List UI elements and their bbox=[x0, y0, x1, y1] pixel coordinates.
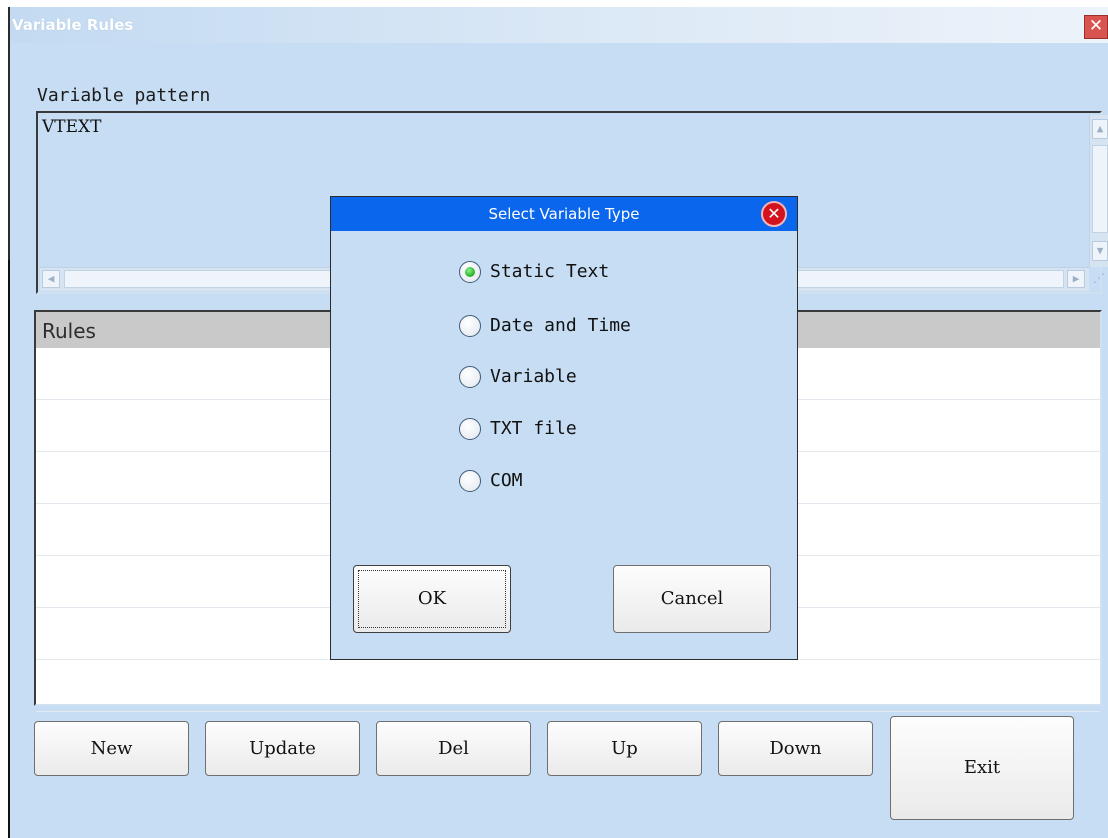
up-button[interactable]: Up bbox=[547, 721, 702, 776]
scroll-down-icon[interactable]: ▼ bbox=[1092, 241, 1108, 261]
rules-header-label: Rules bbox=[42, 319, 96, 343]
pattern-label: Variable pattern bbox=[37, 85, 211, 106]
window-title: Variable Rules bbox=[12, 16, 134, 34]
radio-label: Static Text bbox=[490, 261, 610, 282]
table-row[interactable] bbox=[36, 660, 1100, 712]
del-button[interactable]: Del bbox=[376, 721, 531, 776]
dialog-title: Select Variable Type bbox=[488, 205, 640, 223]
focus-rectangle bbox=[358, 570, 506, 628]
radio-unchecked-icon[interactable] bbox=[459, 315, 481, 337]
radio-unchecked-icon[interactable] bbox=[459, 418, 481, 440]
radio-checked-icon[interactable] bbox=[459, 261, 481, 283]
dialog-titlebar[interactable]: Select Variable Type ✕ bbox=[331, 197, 797, 231]
vertical-scrollbar[interactable]: ▲ ▼ bbox=[1089, 115, 1108, 267]
pattern-value: VTEXT bbox=[42, 117, 102, 137]
scroll-left-icon[interactable]: ◀ bbox=[42, 270, 60, 288]
select-variable-type-dialog: Select Variable Type ✕ Static Text Date … bbox=[330, 196, 798, 660]
new-button[interactable]: New bbox=[34, 721, 189, 776]
window-titlebar[interactable]: Variable Rules ✕ bbox=[10, 7, 1108, 43]
cancel-button[interactable]: Cancel bbox=[613, 565, 771, 633]
vertical-scroll-thumb[interactable] bbox=[1092, 145, 1108, 233]
radio-unchecked-icon[interactable] bbox=[459, 366, 481, 388]
down-button[interactable]: Down bbox=[718, 721, 873, 776]
radio-label: Date and Time bbox=[490, 315, 631, 336]
exit-button[interactable]: Exit bbox=[890, 716, 1074, 820]
radio-unchecked-icon[interactable] bbox=[459, 470, 481, 492]
close-icon[interactable]: ✕ bbox=[1084, 15, 1108, 39]
scroll-up-icon[interactable]: ▲ bbox=[1092, 119, 1108, 139]
update-button[interactable]: Update bbox=[205, 721, 360, 776]
radio-label: COM bbox=[490, 470, 523, 491]
radio-label: TXT file bbox=[490, 418, 577, 439]
dialog-close-icon[interactable]: ✕ bbox=[761, 201, 787, 227]
resize-grip-icon[interactable]: ⋰ bbox=[1090, 269, 1108, 289]
scroll-right-icon[interactable]: ▶ bbox=[1067, 270, 1085, 288]
radio-label: Variable bbox=[490, 366, 577, 387]
ok-button[interactable]: OK bbox=[353, 565, 511, 633]
